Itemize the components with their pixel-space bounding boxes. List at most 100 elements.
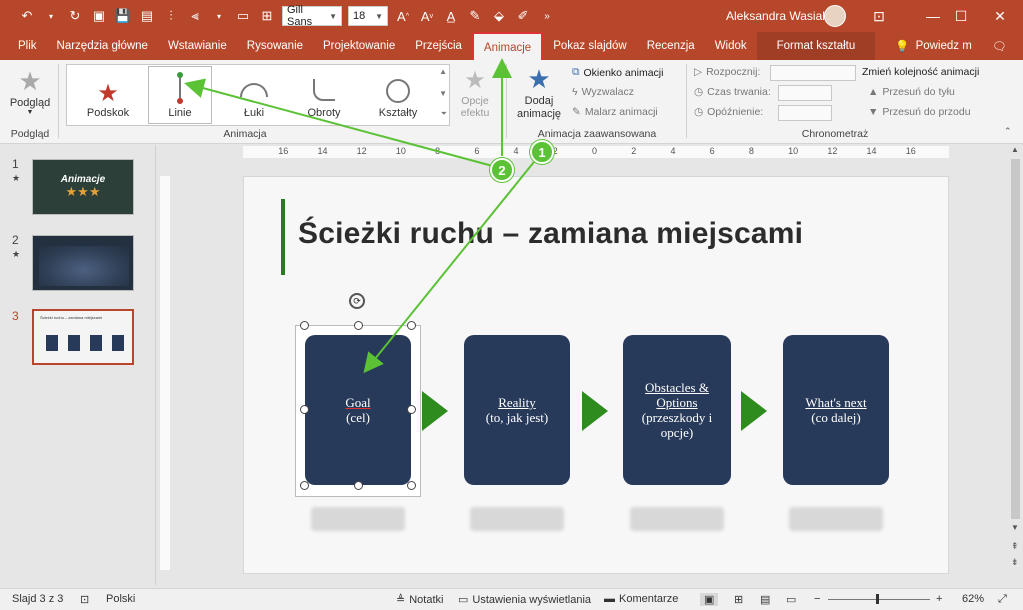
card-title: Reality [498, 395, 536, 410]
normal-view-icon[interactable]: ▣ [700, 593, 719, 606]
collapse-ribbon-icon[interactable]: ⌃ [1004, 126, 1012, 137]
slide-thumbnail-2[interactable] [32, 235, 134, 291]
fit-slide-icon[interactable]: ⤢ [998, 593, 1007, 606]
language-label[interactable]: Polski [106, 593, 135, 605]
gallery-item-turns[interactable]: Obroty [293, 67, 355, 123]
picture-icon[interactable]: ▭ [234, 4, 252, 28]
zoom-level[interactable]: 62% [962, 593, 984, 605]
save-icon[interactable]: 💾 [114, 4, 132, 28]
zoom-slider-thumb[interactable] [876, 594, 879, 604]
turn-path-icon [313, 79, 335, 101]
ribbon-display-icon[interactable]: ⊡ [856, 0, 902, 32]
font-size-combo[interactable]: 18 ▼ [348, 6, 388, 26]
tab-design[interactable]: Projektowanie [313, 32, 405, 60]
zoom-in-icon[interactable]: + [936, 593, 942, 605]
undo-dropdown-icon[interactable]: ▾ [42, 4, 60, 28]
resize-handle[interactable] [354, 481, 363, 490]
slide-title[interactable]: Ścieżki ruchu – zamiana miejscami [298, 217, 803, 251]
effect-options-button[interactable]: ★ Opcje efektu [454, 66, 496, 119]
tab-home[interactable]: Narzędzia główne [47, 32, 158, 60]
resize-handle[interactable] [300, 321, 309, 330]
animation-pane-button[interactable]: ⧉ Okienko animacji [572, 66, 663, 79]
resize-handle[interactable] [407, 481, 416, 490]
group-preview-label: Podgląd [10, 128, 50, 140]
increase-font-icon[interactable]: A ^ [394, 4, 412, 28]
gallery-item-arcs[interactable]: Łuki [223, 67, 285, 123]
comments-button[interactable]: ▬ Komentarze [604, 593, 678, 605]
resize-handle[interactable] [407, 405, 416, 414]
trigger-button[interactable]: ϟ Wyzwalacz [572, 86, 634, 98]
font-name-combo[interactable]: Gill Sans ▼ [282, 4, 342, 28]
gallery-item-lines[interactable]: Linie [149, 67, 211, 123]
align-icon[interactable]: ⫶ [162, 4, 180, 28]
preview-button[interactable]: ★ Podgląd ▼ [8, 66, 52, 116]
gallery-item-bounce[interactable]: ★ Podskok [77, 67, 139, 123]
card-reality[interactable]: Reality (to, jak jest) [464, 335, 570, 485]
slide-thumbnail-1[interactable]: Animacje ★★★ [32, 159, 134, 215]
slide-thumbnail-3[interactable]: Ścieżki ruchu – zamiana miejscami [32, 309, 134, 365]
start-dropdown[interactable] [770, 65, 856, 81]
card-goal[interactable]: Goal (cel) [305, 335, 411, 485]
resize-handle[interactable] [300, 405, 309, 414]
avatar[interactable] [824, 5, 846, 27]
shape-fill-icon[interactable]: ⬙ [490, 4, 508, 28]
font-color-icon[interactable]: A̲ [442, 4, 460, 28]
close-icon[interactable]: ✕ [977, 0, 1023, 32]
distribute-icon[interactable]: ⫷ [186, 4, 204, 28]
decrease-font-icon[interactable]: Av [418, 4, 436, 28]
gallery-item-shapes[interactable]: Kształty [367, 67, 429, 123]
gallery-scroll-up-icon[interactable]: ▲ [439, 67, 447, 76]
tab-view[interactable]: Widok [705, 32, 757, 60]
resize-handle[interactable] [407, 321, 416, 330]
delay-field[interactable] [778, 105, 832, 121]
rotate-handle-icon[interactable]: ⟳ [349, 293, 365, 309]
slide-canvas[interactable]: Ścieżki ruchu – zamiana miejscami ⟳ Goal… [243, 176, 949, 574]
more-commands-icon[interactable]: » [538, 4, 556, 28]
move-earlier-button[interactable]: ▲ Przesuń do tyłu [868, 86, 955, 98]
animation-painter-button[interactable]: ✎ Malarz animacji [572, 106, 658, 118]
start-presentation-icon[interactable]: ▤ [138, 4, 156, 28]
scroll-up-icon[interactable]: ▲ [1011, 145, 1019, 154]
scroll-thumb[interactable] [1011, 159, 1020, 519]
previous-slide-icon[interactable]: ⇞ [1011, 541, 1019, 552]
slideshow-icon[interactable]: ▣ [90, 4, 108, 28]
resize-handle[interactable] [354, 321, 363, 330]
duration-field[interactable] [778, 85, 832, 101]
card-whats-next[interactable]: What's next (co dalej) [783, 335, 889, 485]
tab-review[interactable]: Recenzja [637, 32, 705, 60]
redo-icon[interactable]: ↻ [66, 4, 84, 28]
tab-shape-format[interactable]: Format kształtu [756, 32, 876, 60]
scroll-down-icon[interactable]: ▼ [1011, 523, 1019, 532]
gallery-scroll-down-icon[interactable]: ▼ [439, 89, 447, 98]
reading-view-icon[interactable]: ▤ [760, 593, 770, 606]
vertical-scrollbar[interactable]: ▲ ▼ ⇞ ⇟ [1008, 145, 1023, 585]
card-obstacles[interactable]: Obstacles & Options (przeszkody i opcje) [623, 335, 731, 485]
font-name-value: Gill Sans [287, 4, 313, 28]
tab-draw[interactable]: Rysowanie [237, 32, 313, 60]
zoom-slider[interactable] [828, 594, 930, 604]
tab-file[interactable]: Plik [8, 32, 47, 60]
layout-dropdown-icon[interactable]: ▾ [210, 4, 228, 28]
shape-outline-icon[interactable]: ✐ [514, 4, 532, 28]
tab-slideshow[interactable]: Pokaz slajdów [543, 32, 637, 60]
undo-icon[interactable]: ↶ [18, 4, 36, 28]
move-later-button[interactable]: ▼ Przesuń do przodu [868, 106, 971, 118]
zoom-out-icon[interactable]: − [814, 593, 820, 605]
next-slide-icon[interactable]: ⇟ [1011, 557, 1019, 568]
resize-handle[interactable] [300, 481, 309, 490]
tell-me-box[interactable]: 💡 Powiedz m [885, 32, 982, 60]
slideshow-view-icon[interactable]: ▭ [786, 593, 796, 606]
status-bar: Slajd 3 z 3 ⊡ Polski ≜ Notatki ▭ Ustawie… [0, 588, 1023, 610]
table-icon[interactable]: ⊞ [258, 4, 276, 28]
spelling-icon[interactable]: ⊡ [80, 593, 89, 606]
tab-animations[interactable]: Animacje [471, 32, 544, 62]
gallery-more-icon[interactable]: ⏷ [441, 109, 447, 119]
display-settings-button[interactable]: ▭ Ustawienia wyświetlania [458, 593, 591, 607]
pen-icon[interactable]: ✎ [466, 4, 484, 28]
notes-button[interactable]: ≜ Notatki [396, 593, 443, 607]
tab-insert[interactable]: Wstawianie [158, 32, 237, 60]
tab-transitions[interactable]: Przejścia [405, 32, 472, 60]
slide-sorter-icon[interactable]: ⊞ [734, 593, 743, 606]
comments-icon[interactable]: 🗨 [982, 32, 1017, 60]
add-animation-button[interactable]: ★ Dodaj animację [512, 64, 566, 121]
